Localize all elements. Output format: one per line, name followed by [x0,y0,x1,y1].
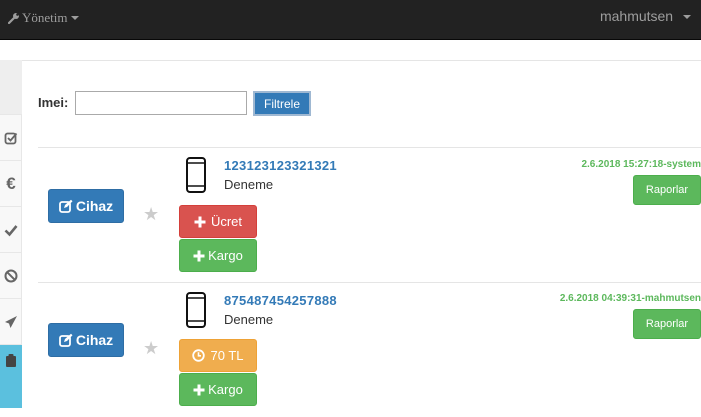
sidebar-item-reports[interactable] [0,344,22,408]
imei-input[interactable] [75,91,247,115]
ban-icon [4,269,18,282]
imei-link[interactable]: 875487454257888 [224,293,337,308]
sidebar-item-cancelled[interactable] [0,252,22,298]
cihaz-button[interactable]: Cihaz [48,189,124,223]
fee-label: 70 TL [210,348,244,363]
sidebar: € [0,60,22,408]
user-name: mahmutsen [599,8,674,24]
add-fee-button[interactable]: Ücret [179,205,257,238]
user-menu[interactable]: mahmutsen [600,8,691,24]
star-icon[interactable]: ★ [143,338,159,359]
add-kargo-button[interactable]: Kargo [179,373,257,406]
phone-icon [186,157,206,193]
fee-label: Ücret [210,214,243,229]
kargo-label: Kargo [208,382,243,397]
sub-header [0,40,701,61]
phone-icon [186,292,206,328]
cihaz-button[interactable]: Cihaz [48,323,124,357]
reports-button[interactable]: Raporlar [633,175,701,205]
euro-icon: € [6,173,16,193]
sidebar-item-tasks[interactable] [0,114,22,160]
main-content: Imei: Filtrele Cihaz ★ 123123123321321 D… [22,60,701,408]
plus-icon [194,216,206,227]
cihaz-label: Cihaz [75,198,114,214]
top-navbar: Yönetim mahmutsen [0,0,701,40]
clipboard-icon [6,354,16,367]
plus-icon [193,384,205,395]
add-kargo-button[interactable]: Kargo [179,239,257,272]
check-square-icon [4,132,18,144]
imei-link[interactable]: 123123123321321 [224,158,337,173]
timestamp: 2.6.2018 15:27:18-system [581,159,701,170]
wrench-icon [8,13,19,24]
clock-icon [192,349,206,362]
admin-menu[interactable]: Yönetim [8,10,79,26]
check-icon [4,224,18,236]
reports-button[interactable]: Raporlar [633,309,701,339]
paper-plane-icon [5,315,17,328]
timestamp: 2.6.2018 04:39:31-mahmutsen [559,293,701,304]
chevron-down-icon [70,16,79,20]
chevron-down-icon [683,15,691,20]
star-icon[interactable]: ★ [143,204,159,225]
sidebar-item-payments[interactable]: € [0,160,22,206]
device-row: Cihaz ★ 875487454257888 Deneme 70 TL Kar… [38,282,701,417]
edit-icon [58,199,73,213]
sidebar-header [0,60,22,114]
sidebar-item-shipped[interactable] [0,298,22,344]
device-row: Cihaz ★ 123123123321321 Deneme Ücret Kar… [38,147,701,282]
filter-button[interactable]: Filtrele [253,91,311,116]
plus-icon [193,250,205,261]
edit-icon [58,333,73,347]
sidebar-item-approved[interactable] [0,206,22,252]
device-description: Deneme [224,312,274,327]
admin-menu-label: Yönetim [22,10,68,25]
cihaz-label: Cihaz [75,332,114,348]
device-description: Deneme [224,177,274,192]
imei-label: Imei: [38,95,69,110]
fee-button[interactable]: 70 TL [179,339,257,372]
kargo-label: Kargo [208,248,243,263]
